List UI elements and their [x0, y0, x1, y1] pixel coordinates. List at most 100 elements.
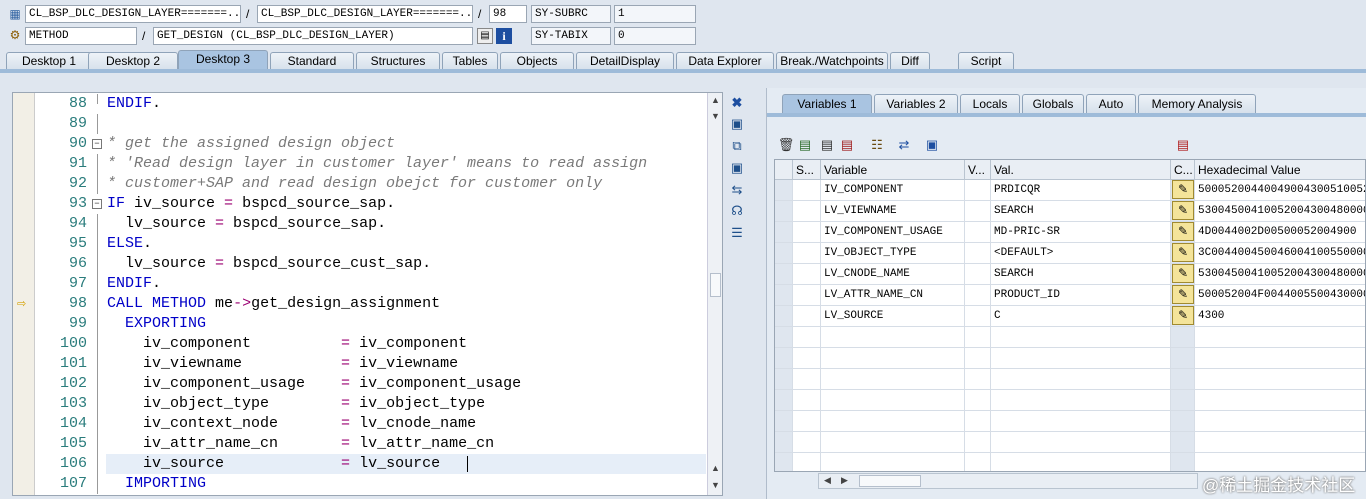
code-line[interactable]: 102 iv_component_usage = iv_component_us…: [13, 374, 722, 394]
code-line[interactable]: 105 iv_attr_name_cn = lv_attr_name_cn: [13, 434, 722, 454]
export-icon[interactable]: ▤: [838, 137, 856, 153]
copy-icon[interactable]: ⧉: [728, 137, 746, 155]
cell-val[interactable]: [991, 348, 1171, 369]
code-line[interactable]: 91 * 'Read design layer in customer layer…: [13, 154, 722, 174]
tab-desktop-3[interactable]: Desktop 3: [178, 50, 268, 70]
code-line[interactable]: 89: [13, 114, 722, 134]
edit-pencil-icon[interactable]: ✎: [1172, 264, 1194, 283]
cell-val[interactable]: MD-PRIC-SR: [991, 222, 1171, 243]
code-line[interactable]: 104 iv_context_node = lv_cnode_name: [13, 414, 722, 434]
close-icon[interactable]: ✖: [728, 94, 746, 112]
edit-pencil-icon[interactable]: ✎: [1172, 180, 1194, 199]
edit-pencil-icon[interactable]: ✎: [1172, 222, 1194, 241]
tab-break-watchpoints[interactable]: Break./Watchpoints: [776, 52, 888, 70]
cell-val[interactable]: [991, 369, 1171, 390]
source-editor[interactable]: 88 ENDIF. 89 90 * get the assigned design ob…: [12, 92, 723, 496]
cell-variable[interactable]: IV_OBJECT_TYPE: [821, 243, 965, 264]
code-line[interactable]: 97 ENDIF.: [13, 274, 722, 294]
header-c[interactable]: C...: [1171, 160, 1195, 180]
cell-val[interactable]: SEARCH: [991, 201, 1171, 222]
code-line[interactable]: 88 ENDIF.: [13, 94, 722, 114]
tab-diff[interactable]: Diff: [890, 52, 930, 70]
cell-val[interactable]: SEARCH: [991, 264, 1171, 285]
include-field[interactable]: CL_BSP_DLC_DESIGN_LAYER=======...: [257, 5, 473, 23]
scroll-right-icon[interactable]: ▶: [841, 475, 848, 486]
transfer-icon[interactable]: ⇄: [895, 137, 913, 153]
code-line[interactable]: 98 CALL METHOD me->get_design_assignment ⇨: [13, 294, 722, 314]
cell-variable[interactable]: [821, 369, 965, 390]
scroll-thumb[interactable]: [859, 475, 921, 487]
cell-val[interactable]: [991, 327, 1171, 348]
cell-variable[interactable]: LV_SOURCE: [821, 306, 965, 327]
var-tab-memory-analysis[interactable]: Memory Analysis: [1138, 94, 1256, 113]
new-window-icon[interactable]: ▣: [728, 115, 746, 133]
tab-desktop-2[interactable]: Desktop 2: [88, 52, 178, 70]
cell-val[interactable]: [991, 453, 1171, 471]
scroll-thumb[interactable]: [710, 273, 721, 297]
fold-toggle-icon[interactable]: −: [92, 199, 102, 209]
edit-pencil-icon[interactable]: ✎: [1172, 243, 1194, 262]
var-tab-auto[interactable]: Auto: [1086, 94, 1136, 113]
var-tab-variables-2[interactable]: Variables 2: [874, 94, 958, 113]
cell-variable[interactable]: [821, 453, 965, 471]
scroll-up-icon[interactable]: ▲: [711, 95, 720, 105]
cell-variable[interactable]: [821, 348, 965, 369]
tab-objects[interactable]: Objects: [500, 52, 574, 70]
code-line[interactable]: 100 iv_component = iv_component: [13, 334, 722, 354]
header-v[interactable]: V...: [965, 160, 991, 180]
scroll-down-icon[interactable]: ▼: [711, 480, 720, 490]
detail-icon[interactable]: ▤: [796, 137, 814, 153]
edit-pencil-icon[interactable]: ✎: [1172, 306, 1194, 325]
cell-val[interactable]: PRDICQR: [991, 180, 1171, 201]
program-field[interactable]: CL_BSP_DLC_DESIGN_LAYER=======...: [25, 5, 241, 23]
cell-variable[interactable]: [821, 390, 965, 411]
info-icon[interactable]: i: [496, 28, 512, 44]
code-line[interactable]: 99 EXPORTING: [13, 314, 722, 334]
headset-icon[interactable]: ☊: [728, 202, 746, 220]
cell-variable[interactable]: LV_ATTR_NAME_CN: [821, 285, 965, 306]
var-tab-locals[interactable]: Locals: [960, 94, 1020, 113]
cell-val[interactable]: <DEFAULT>: [991, 243, 1171, 264]
line-number-field[interactable]: 98: [489, 5, 527, 23]
cell-variable[interactable]: LV_CNODE_NAME: [821, 264, 965, 285]
scroll-down-icon[interactable]: ▼: [711, 111, 720, 121]
edit-pencil-icon[interactable]: ✎: [1172, 285, 1194, 304]
header-variable[interactable]: Variable: [821, 160, 965, 180]
maximize-icon[interactable]: ▣: [728, 159, 746, 177]
header-val[interactable]: Val.: [991, 160, 1171, 180]
header-s[interactable]: S...: [793, 160, 821, 180]
scroll-left-icon[interactable]: ◀: [824, 475, 831, 486]
cell-val[interactable]: PRODUCT_ID: [991, 285, 1171, 306]
type-field[interactable]: METHOD: [25, 27, 137, 45]
tab-data-explorer[interactable]: Data Explorer: [676, 52, 774, 70]
code-line[interactable]: 107 IMPORTING: [13, 474, 722, 494]
tab-desktop-1[interactable]: Desktop 1: [6, 52, 92, 70]
cell-variable[interactable]: [821, 327, 965, 348]
tab-script[interactable]: Script: [958, 52, 1014, 70]
tree-icon[interactable]: ☷: [868, 137, 886, 153]
display-icon[interactable]: ▤: [477, 28, 493, 44]
resize-icon[interactable]: ⇆: [728, 181, 746, 199]
var-tab-globals[interactable]: Globals: [1022, 94, 1084, 113]
tab-detaildisplay[interactable]: DetailDisplay: [576, 52, 674, 70]
cell-val[interactable]: C: [991, 306, 1171, 327]
code-line[interactable]: 106 iv_source = lv_source: [13, 454, 722, 474]
cell-variable[interactable]: IV_COMPONENT_USAGE: [821, 222, 965, 243]
save-icon[interactable]: ▤: [1174, 137, 1192, 153]
cell-variable[interactable]: IV_COMPONENT: [821, 180, 965, 201]
cell-variable[interactable]: [821, 432, 965, 453]
scroll-up-icon[interactable]: ▲: [711, 463, 720, 473]
code-line[interactable]: 93 IF iv_source = bspcd_source_sap. −: [13, 194, 722, 214]
cell-variable[interactable]: LV_VIEWNAME: [821, 201, 965, 222]
var-tab-variables-1[interactable]: Variables 1: [782, 94, 872, 113]
tab-structures[interactable]: Structures: [356, 52, 440, 70]
folder-icon[interactable]: ▣: [923, 137, 941, 153]
grid-horizontal-scrollbar[interactable]: ◀ ▶: [818, 473, 1198, 489]
edit-pencil-icon[interactable]: ✎: [1172, 201, 1194, 220]
cell-val[interactable]: [991, 411, 1171, 432]
code-line[interactable]: 90 * get the assigned design object −: [13, 134, 722, 154]
code-line[interactable]: 94 lv_source = bspcd_source_sap.: [13, 214, 722, 234]
code-line[interactable]: 95 ELSE.: [13, 234, 722, 254]
tab-standard[interactable]: Standard: [270, 52, 354, 70]
delete-icon[interactable]: 🗑: [777, 137, 795, 153]
